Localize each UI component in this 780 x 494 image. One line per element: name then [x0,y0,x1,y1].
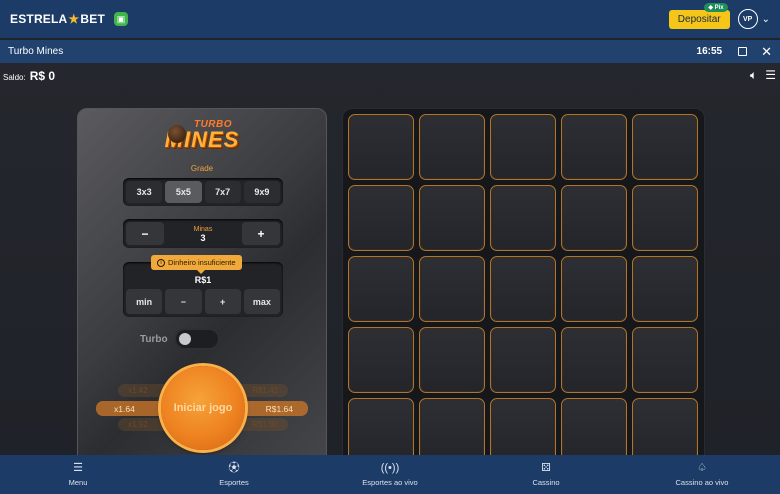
nav-label: Cassino ao vivo [675,478,729,487]
mines-increase-button[interactable]: + [242,222,280,245]
mine-tile[interactable] [561,185,627,251]
mine-tile[interactable] [561,114,627,180]
bet-decrease-button[interactable]: − [165,289,202,314]
mine-tile[interactable] [632,114,698,180]
bomb-icon [168,125,186,143]
brand-logo-left: ESTRELA [10,12,68,26]
grid-option-5x5[interactable]: 5x5 [165,181,202,203]
mine-board [342,108,705,455]
volume-icon[interactable]: 🔈︎ [750,68,757,83]
fullscreen-icon[interactable] [738,47,748,56]
info-icon: i [157,258,165,267]
game-title-bar: Turbo Mines 16:55 ✕ [0,40,780,63]
mine-tile[interactable] [348,185,414,251]
game-title: Turbo Mines [8,46,64,57]
mine-tile[interactable] [419,398,485,455]
toggle-knob [178,333,191,345]
nav-label: Cassino [532,478,560,487]
mine-tile[interactable] [419,256,485,322]
mine-tile[interactable] [632,327,698,393]
brand-logo-right: BET [80,12,105,26]
pix-label: Pix [714,4,724,11]
nav-label: Esportes [219,478,249,487]
turbo-toggle-row: Turbo [140,328,220,350]
grid-option-7x7[interactable]: 7x7 [204,181,241,203]
mine-tile[interactable] [348,114,414,180]
nav-cassino-ao-vivo[interactable]: ♤ Cassino ao vivo [624,455,780,494]
grid-size-label: Grade [190,164,214,173]
mine-tile[interactable] [561,398,627,455]
deposit-button[interactable]: Depositar ◆ Pix [668,2,730,29]
bet-max-button[interactable]: max [243,289,280,314]
nav-label: Menu [68,478,88,487]
nav-cassino[interactable]: ⚄ Cassino [468,455,624,494]
mine-tile[interactable] [490,327,556,393]
mine-tile[interactable] [419,185,485,251]
mine-tile[interactable] [632,185,698,251]
bet-increase-button[interactable]: + [204,289,241,314]
mine-tile[interactable] [419,114,485,180]
tooltip-text: Dinheiro insuficiente [168,258,236,267]
insufficient-funds-tooltip: i Dinheiro insuficiente [151,255,242,274]
deposit-label: Depositar [677,13,721,25]
soccer-ball-icon: ⚽︎ [228,462,240,474]
mine-tile[interactable] [632,398,698,455]
multiplier-left-value: x1.42 [128,386,148,395]
balance-label: Saldo: [3,73,26,82]
multiplier-left-value: x1.64 [114,403,135,414]
start-game-button[interactable]: Iniciar jogo [161,366,245,450]
grid-size-selector: 3x3 5x5 7x7 9x9 [123,178,283,206]
mine-tile[interactable] [348,398,414,455]
bottom-nav: ☰ Menu ⚽︎ Esportes ((•)) Esportes ao viv… [0,455,780,494]
multiplier-right-value: R$1.64 [265,403,293,414]
game-area: Saldo: R$ 0 🔈︎ ☰ TURBO MINES Grade 3x3 5… [0,63,780,455]
dice-icon: ⚄ [541,462,551,474]
grid-option-3x3[interactable]: 3x3 [126,181,163,203]
star-icon: ★ [68,12,80,26]
mine-tile[interactable] [490,256,556,322]
nav-label: Esportes ao vivo [362,478,418,487]
bet-min-button[interactable]: min [126,289,163,314]
live-broadcast-icon: ((•)) [380,462,400,474]
settings-sliders-icon[interactable]: ☰ [765,68,776,83]
brand-logo[interactable]: ESTRELA ★ BET [10,12,105,26]
chevron-down-icon[interactable]: ⌄ [762,14,770,25]
mine-tile[interactable] [490,398,556,455]
mine-tile[interactable] [348,327,414,393]
game-logo-big: MINES [164,127,240,152]
nav-esportes-ao-vivo[interactable]: ((•)) Esportes ao vivo [312,455,468,494]
control-panel: TURBO MINES Grade 3x3 5x5 7x7 9x9 − Mina… [77,108,327,455]
gift-icon[interactable]: ▣ [113,12,128,26]
mines-stepper: − Minas 3 + [123,219,283,248]
user-avatar[interactable]: VP [737,9,758,29]
multiplier-left-value: x1.92 [128,420,148,429]
nav-menu[interactable]: ☰ Menu [0,455,156,494]
balance: Saldo: R$ 0 [3,69,55,83]
multiplier-right-value: R$1.92 [252,420,278,429]
clock: 16:55 [696,46,723,57]
nav-esportes[interactable]: ⚽︎ Esportes [156,455,312,494]
hamburger-icon: ☰ [73,462,83,474]
close-icon[interactable]: ✕ [761,45,772,58]
game-logo: TURBO MINES [78,119,326,152]
balance-value: R$ 0 [29,69,56,83]
site-header: ESTRELA ★ BET ▣ Depositar ◆ Pix VP ⌄ [0,0,780,38]
turbo-toggle[interactable] [173,328,220,350]
mine-tile[interactable] [419,327,485,393]
pix-badge: ◆ Pix [704,2,728,12]
turbo-label: Turbo [140,333,168,345]
mine-tile[interactable] [561,327,627,393]
spade-icon: ♤ [697,462,707,474]
mine-tile[interactable] [348,256,414,322]
mine-tile[interactable] [561,256,627,322]
mines-value: 3 [200,232,206,243]
multiplier-right-value: R$1.42 [252,386,278,395]
mine-tile[interactable] [490,114,556,180]
mine-tile[interactable] [632,256,698,322]
mine-tile[interactable] [490,185,556,251]
grid-option-9x9[interactable]: 9x9 [243,181,280,203]
mines-decrease-button[interactable]: − [126,222,164,245]
